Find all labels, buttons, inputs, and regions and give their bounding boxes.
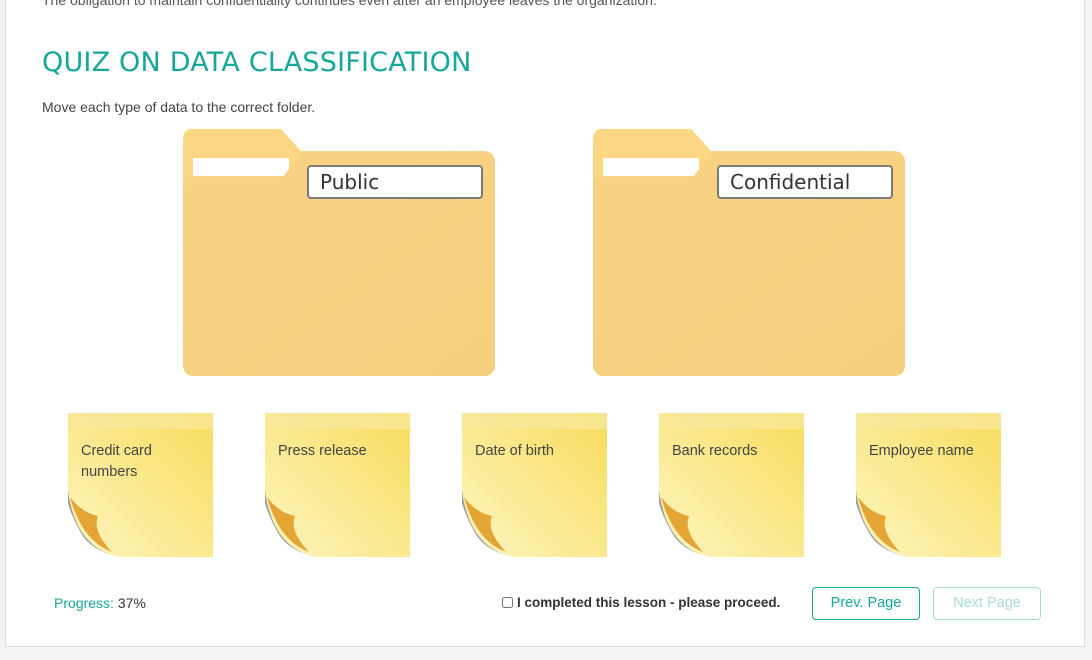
intro-text: The obligation to maintain confidentiali… bbox=[42, 0, 657, 8]
note-label: Press release bbox=[278, 443, 367, 459]
sticky-note-icon bbox=[856, 413, 1001, 557]
draggable-note-bank-records[interactable]: Bank records bbox=[659, 413, 804, 558]
progress-value: 37% bbox=[117, 595, 146, 611]
draggable-note-credit-card-numbers[interactable]: Credit card numbers bbox=[68, 413, 213, 558]
note-label: Bank records bbox=[672, 443, 758, 459]
prev-page-button[interactable]: Prev. Page bbox=[812, 587, 920, 620]
progress-indicator: Progress: 37% bbox=[54, 595, 146, 611]
quiz-title: QUIZ ON DATA CLASSIFICATION bbox=[42, 47, 472, 78]
folder-label-confidential: Confidential bbox=[717, 165, 893, 199]
next-page-button[interactable]: Next Page bbox=[933, 587, 1041, 620]
note-label: Credit card numbers bbox=[81, 443, 152, 480]
note-label: Employee name bbox=[869, 443, 974, 459]
lesson-complete-label: I completed this lesson - please proceed… bbox=[517, 595, 781, 610]
note-label: Date of birth bbox=[475, 443, 554, 459]
draggable-note-date-of-birth[interactable]: Date of birth bbox=[462, 413, 607, 558]
folder-label-public: Public bbox=[307, 165, 483, 199]
sticky-note-icon bbox=[68, 413, 213, 557]
quiz-instructions: Move each type of data to the correct fo… bbox=[42, 99, 316, 115]
folder-public[interactable]: Public bbox=[183, 129, 495, 376]
progress-label: Progress: bbox=[54, 595, 114, 611]
sticky-note-icon bbox=[462, 413, 607, 557]
folder-confidential[interactable]: Confidential bbox=[593, 129, 905, 376]
lesson-complete-checkbox[interactable] bbox=[502, 597, 513, 608]
draggable-note-employee-name[interactable]: Employee name bbox=[856, 413, 1001, 558]
lesson-complete-option[interactable]: I completed this lesson - please proceed… bbox=[502, 595, 780, 610]
sticky-note-icon bbox=[659, 413, 804, 557]
sticky-note-icon bbox=[265, 413, 410, 557]
draggable-note-press-release[interactable]: Press release bbox=[265, 413, 410, 558]
